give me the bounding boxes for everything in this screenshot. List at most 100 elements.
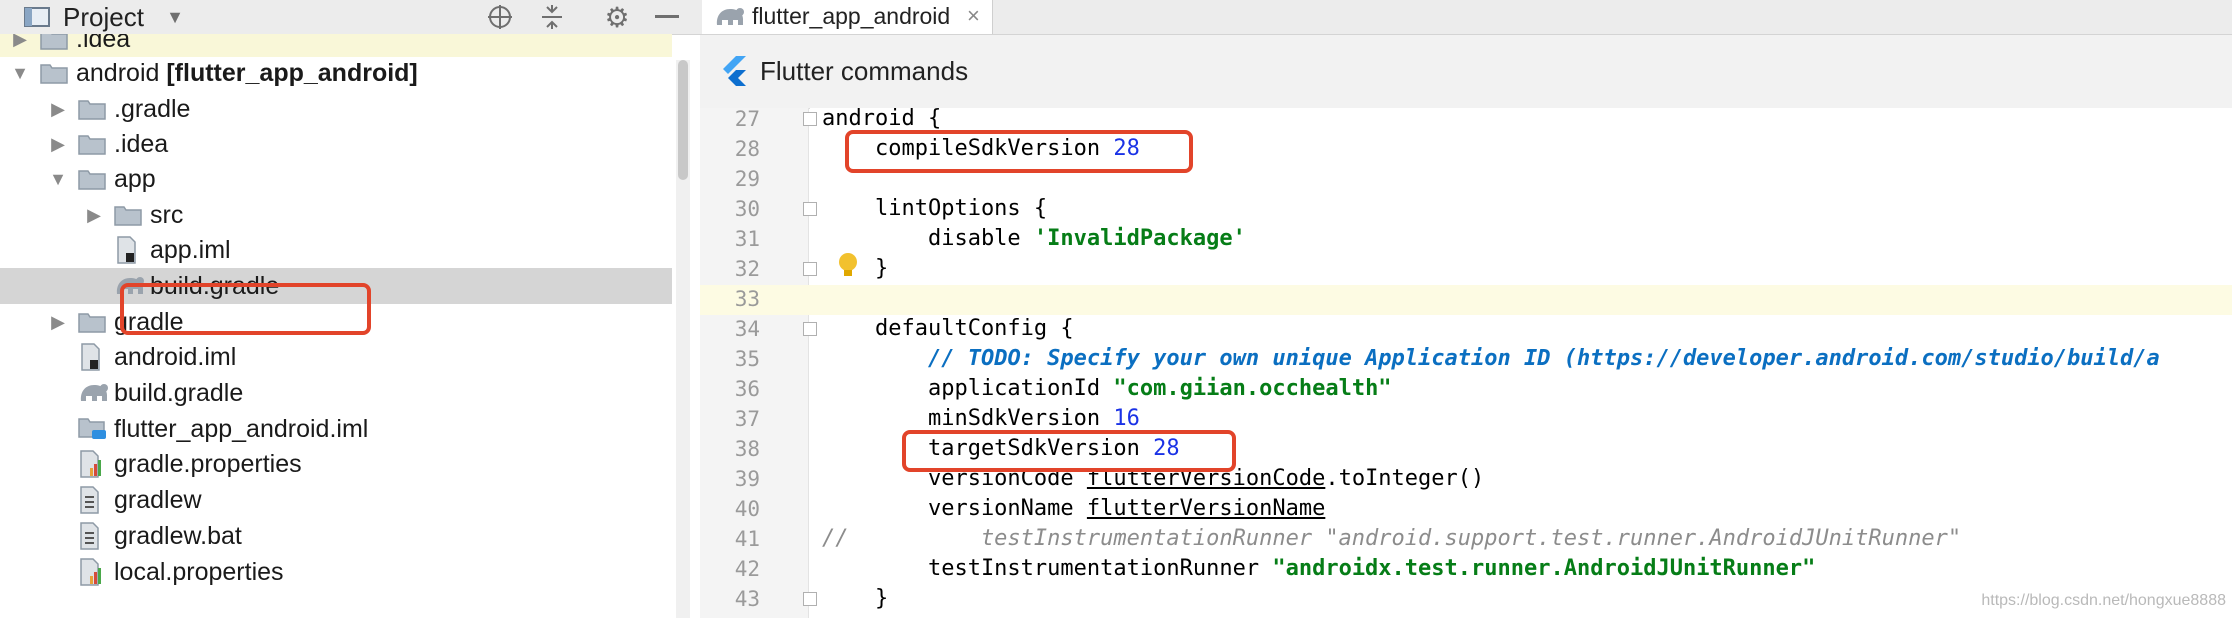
line-number: 31 <box>734 227 760 251</box>
chevron-right-icon[interactable]: ▶ <box>8 34 32 57</box>
tree-item-label: gradlew.bat <box>114 522 242 550</box>
tree-item-label: android.iml <box>114 343 237 371</box>
tab-flutter-app-android[interactable]: flutter_app_android × <box>702 0 993 34</box>
line-number: 39 <box>734 467 760 491</box>
line-number: 35 <box>734 347 760 371</box>
gear-icon[interactable]: ⚙ <box>602 2 632 33</box>
iml-file-icon <box>114 236 142 264</box>
gradle-elephant-icon <box>714 3 746 34</box>
tree-item-label: app <box>114 165 156 193</box>
folder-icon <box>114 201 142 229</box>
project-scrollbar-thumb[interactable] <box>678 60 688 180</box>
tree-item-label: android [flutter_app_android] <box>76 59 418 87</box>
folder-icon <box>78 95 106 123</box>
tree-item[interactable]: gradlew.bat <box>0 518 672 554</box>
collapse-all-icon[interactable] <box>537 3 567 31</box>
tree-item-label: src <box>150 201 184 229</box>
tree-item[interactable]: build.gradle <box>0 375 672 411</box>
watermark: https://blog.csdn.net/hongxue8888 <box>1981 592 2226 609</box>
tree-item[interactable]: ▼ app <box>0 161 672 197</box>
module-iml-icon <box>78 415 106 443</box>
editor-tab-bar: flutter_app_android × <box>700 0 2232 35</box>
tree-item-label: build.gradle <box>114 379 244 407</box>
chevron-right-icon[interactable]: ▶ <box>46 91 70 127</box>
gradle-elephant-icon <box>78 379 108 407</box>
module-folder-icon <box>40 59 68 87</box>
tree-item[interactable]: flutter_app_android.iml <box>0 411 672 447</box>
fold-marker-icon[interactable] <box>803 592 817 606</box>
project-panel-header: Project ▼ ⚙ <box>0 0 700 35</box>
code-line[interactable]: // testInstrumentationRunner "android.su… <box>822 524 1961 554</box>
locate-target-icon[interactable] <box>485 3 515 31</box>
tree-item[interactable]: ▶ src <box>0 197 672 233</box>
folder-icon <box>40 34 68 53</box>
code-line[interactable]: defaultConfig { <box>822 314 1074 344</box>
line-number: 34 <box>734 317 760 341</box>
code-line[interactable]: applicationId "com.giian.occhealth" <box>822 374 1392 404</box>
chevron-right-icon[interactable]: ▶ <box>82 197 106 233</box>
fold-marker-icon[interactable] <box>803 322 817 336</box>
close-icon[interactable]: × <box>967 1 980 31</box>
line-number: 29 <box>734 167 760 191</box>
project-view-icon[interactable] <box>22 3 52 31</box>
tree-item[interactable]: ▶ .idea <box>0 34 672 57</box>
tree-item-label: .gradle <box>114 95 191 123</box>
folder-icon <box>78 130 106 158</box>
fold-marker-icon[interactable] <box>803 112 817 126</box>
flutter-commands-label[interactable]: Flutter commands <box>760 54 968 88</box>
chevron-down-icon[interactable]: ▼ <box>8 55 32 91</box>
tree-item-label: .idea <box>114 130 169 158</box>
fold-marker-icon[interactable] <box>803 202 817 216</box>
chevron-right-icon[interactable]: ▶ <box>46 126 70 162</box>
chevron-down-icon[interactable]: ▼ <box>162 3 188 31</box>
tree-item-label: gradle.properties <box>114 450 302 478</box>
fold-marker-icon[interactable] <box>803 262 817 276</box>
properties-file-icon <box>78 558 106 586</box>
tree-item-label: gradlew <box>114 486 202 514</box>
tree-item[interactable]: gradle.properties <box>0 446 672 482</box>
tree-item[interactable]: ▶ .idea <box>0 126 672 162</box>
line-number: 32 <box>734 257 760 281</box>
properties-file-icon <box>78 450 106 478</box>
code-line[interactable]: // TODO: Specify your own unique Applica… <box>822 344 2160 374</box>
code-line[interactable]: } <box>822 584 888 614</box>
line-number: 43 <box>734 587 760 611</box>
flutter-commands-bar: Flutter commands <box>700 35 2232 109</box>
iml-file-icon <box>78 343 106 371</box>
code-line[interactable]: testInstrumentationRunner "androidx.test… <box>822 554 1815 584</box>
line-number: 30 <box>734 197 760 221</box>
line-number: 33 <box>734 287 760 311</box>
minimize-icon[interactable] <box>652 3 682 31</box>
tree-item[interactable]: local.properties <box>0 554 672 590</box>
text-file-icon <box>78 522 106 550</box>
line-number: 37 <box>734 407 760 431</box>
line-number: 28 <box>734 137 760 161</box>
flutter-logo-icon <box>722 56 748 91</box>
line-number: 36 <box>734 377 760 401</box>
tree-item[interactable]: ▶ .gradle <box>0 91 672 127</box>
tree-item-label: local.properties <box>114 558 284 586</box>
tree-item-label: app.iml <box>150 236 231 264</box>
line-number: 41 <box>734 527 760 551</box>
tree-item[interactable]: app.iml <box>0 232 672 268</box>
tree-item[interactable]: gradlew <box>0 482 672 518</box>
lightbulb-icon[interactable] <box>836 252 860 285</box>
chevron-right-icon[interactable]: ▶ <box>46 304 70 340</box>
code-line[interactable]: disable 'InvalidPackage' <box>822 224 1246 254</box>
highlight-box-target-sdk <box>902 430 1236 472</box>
tree-item[interactable]: ▼ android [flutter_app_android] <box>0 55 672 91</box>
tab-label: flutter_app_android <box>752 3 951 29</box>
highlight-box-build-gradle <box>120 283 371 335</box>
line-number: 38 <box>734 437 760 461</box>
tree-item[interactable]: android.iml <box>0 339 672 375</box>
tree-item-label: flutter_app_android.iml <box>114 415 369 443</box>
highlight-box-compile-sdk <box>845 130 1193 173</box>
text-file-icon <box>78 486 106 514</box>
code-line[interactable]: versionName flutterVersionName <box>822 494 1325 524</box>
line-number: 27 <box>734 107 760 131</box>
chevron-down-icon[interactable]: ▼ <box>46 161 70 197</box>
code-line[interactable]: lintOptions { <box>822 194 1047 224</box>
line-number: 42 <box>734 557 760 581</box>
project-panel-title[interactable]: Project <box>63 2 144 32</box>
line-number: 40 <box>734 497 760 521</box>
